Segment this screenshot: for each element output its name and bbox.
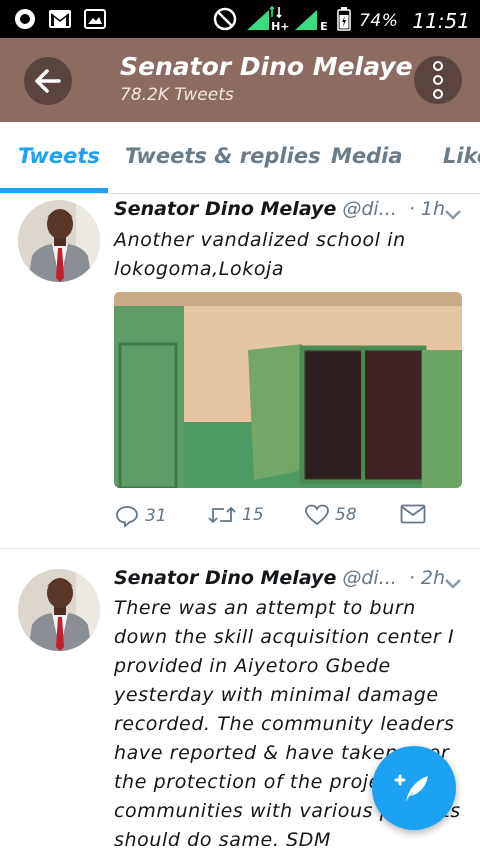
tweet-menu-button[interactable] — [444, 575, 462, 594]
profile-tabs: Tweets Tweets & replies Media Likes — [0, 122, 480, 194]
retweet-count: 15 — [242, 505, 264, 525]
profile-header: Senator Dino Melaye 78.2K Tweets — [0, 38, 480, 122]
tweet-author-name[interactable]: Senator Dino Melaye — [114, 567, 336, 589]
tweet-text-line: Another vandalized school in — [114, 229, 406, 251]
retweet-icon — [208, 506, 236, 524]
arrow-left-icon — [35, 69, 61, 93]
tweet-media-image[interactable] — [114, 292, 462, 488]
chevron-down-icon — [445, 210, 461, 220]
tweet-author-handle[interactable]: @di... — [342, 567, 396, 589]
tweet-text-line: lokogoma,Lokoja — [114, 258, 285, 280]
reply-count: 31 — [145, 506, 167, 526]
tweet-text-line: provided in Aiyetoro Gbede — [114, 655, 391, 677]
avatar[interactable] — [18, 569, 100, 651]
heart-icon — [305, 504, 329, 526]
tweet-menu-button[interactable] — [444, 206, 462, 225]
tweet-text-line: recorded. The community leaders — [114, 713, 455, 735]
tweet-timestamp[interactable]: · 2h — [409, 567, 445, 589]
compose-quill-icon — [394, 774, 428, 802]
tweet-author-handle[interactable]: @di... — [342, 198, 396, 220]
tweet-text-line: yesterday with minimal damage — [114, 684, 439, 706]
tweet-actions: 31 15 58 — [0, 504, 480, 534]
avatar[interactable] — [18, 200, 100, 282]
signal-h-icon: H+ — [245, 6, 290, 34]
more-dot-icon — [433, 89, 443, 99]
chevron-down-icon — [445, 579, 461, 589]
direct-message-button[interactable] — [400, 504, 426, 524]
retweet-button[interactable]: 15 — [208, 504, 264, 526]
active-tab-indicator — [0, 188, 108, 193]
clock: 11:51 — [412, 9, 470, 33]
record-icon — [14, 8, 36, 34]
like-button[interactable]: 58 — [305, 504, 357, 526]
tab-likes[interactable]: Likes — [443, 144, 480, 168]
do-not-disturb-icon — [213, 7, 237, 35]
battery-percent: 74% — [359, 11, 399, 31]
tweet-text-line: down the skill acquisition center I — [114, 626, 455, 648]
gmail-icon — [48, 9, 72, 33]
tweet-count: 78.2K Tweets — [120, 85, 234, 105]
network-h-label: H+ — [271, 20, 290, 33]
header-title: Senator Dino Melaye — [120, 52, 413, 81]
tweet-text-line: There was an attempt to burn — [114, 597, 416, 619]
compose-tweet-button[interactable] — [372, 746, 456, 830]
status-bar: H+ E 74% 11:51 — [0, 0, 480, 38]
like-count: 58 — [335, 505, 357, 525]
back-button[interactable] — [24, 57, 72, 105]
network-e-label: E — [320, 20, 328, 33]
tab-media[interactable]: Media — [331, 144, 403, 168]
more-options-button[interactable] — [414, 56, 462, 104]
tweet-divider — [0, 548, 480, 549]
mail-icon — [400, 504, 426, 524]
more-dot-icon — [433, 61, 443, 71]
tab-tweets-replies[interactable]: Tweets & replies — [125, 144, 321, 168]
battery-icon — [337, 7, 351, 35]
gallery-icon — [84, 9, 106, 33]
reply-button[interactable]: 31 — [115, 504, 167, 528]
tab-tweets[interactable]: Tweets — [18, 144, 100, 168]
signal-e-icon: E — [293, 8, 329, 34]
tweet-text: Another vandalized school in lokogoma,Lo… — [114, 226, 464, 284]
tweet-author-name[interactable]: Senator Dino Melaye — [114, 198, 336, 220]
tweet-timestamp[interactable]: · 1h — [409, 198, 445, 220]
more-dot-icon — [433, 75, 443, 85]
reply-icon — [116, 506, 138, 528]
